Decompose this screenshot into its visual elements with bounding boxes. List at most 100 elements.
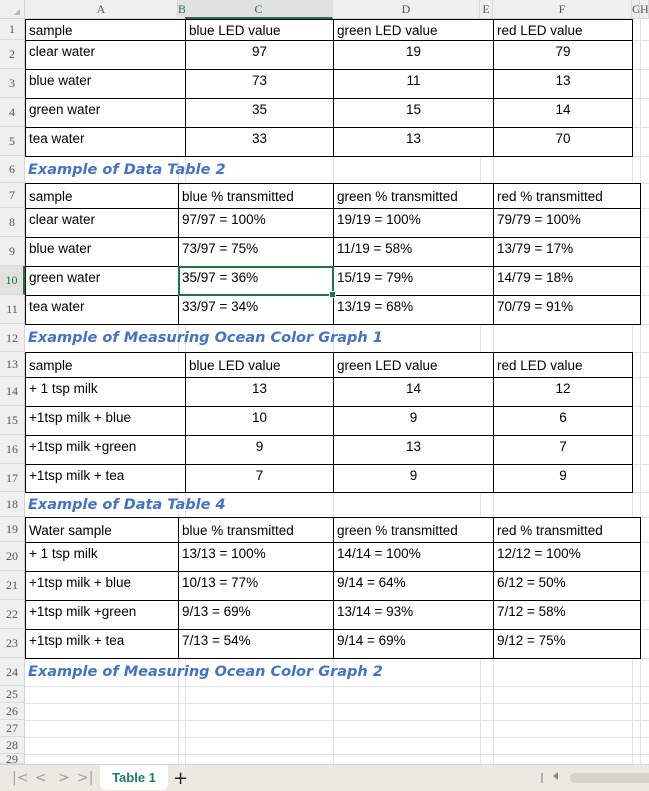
section-title[interactable]: Example of Data Table 2 xyxy=(25,157,226,183)
table4-value-cell[interactable]: 6/12 = 50% xyxy=(493,571,641,601)
sheet-tab-table-1[interactable]: Table 1 xyxy=(100,765,168,790)
table1-header-cell[interactable]: sample xyxy=(25,19,186,41)
column-header-e[interactable]: E xyxy=(480,0,493,19)
table1-header-cell[interactable]: blue LED value xyxy=(185,19,334,41)
row-header-22[interactable]: 22 xyxy=(0,600,25,629)
table4-value-cell[interactable]: 9/12 = 75% xyxy=(493,629,641,659)
column-header-d[interactable]: D xyxy=(333,0,480,19)
table2-value-cell[interactable]: 13/19 = 68% xyxy=(333,295,494,325)
horizontal-scrollbar-thumb[interactable] xyxy=(570,773,649,783)
table2-value-cell[interactable]: 33/97 = 34% xyxy=(178,295,334,325)
table2-value-cell[interactable]: 19/19 = 100% xyxy=(333,208,494,238)
row-header-8[interactable]: 8 xyxy=(0,208,25,237)
table3-sample-cell[interactable]: +1tsp milk +green xyxy=(25,435,186,465)
row-header-23[interactable]: 23 xyxy=(0,629,25,658)
row-header-9[interactable]: 9 xyxy=(0,237,25,266)
table2-value-cell[interactable]: 97/97 = 100% xyxy=(178,208,334,238)
table1-value-cell[interactable]: 73 xyxy=(185,69,334,99)
add-sheet-button[interactable]: + xyxy=(173,768,188,789)
table3-value-cell[interactable]: 9 xyxy=(493,464,633,493)
table4-value-cell[interactable]: 10/13 = 77% xyxy=(178,571,334,601)
row-header-21[interactable]: 21 xyxy=(0,571,25,600)
row-header-6[interactable]: 6 xyxy=(0,156,25,183)
table4-value-cell[interactable]: 13/14 = 93% xyxy=(333,600,494,630)
row-header-12[interactable]: 12 xyxy=(0,324,25,352)
previous-sheet-icon[interactable]: < xyxy=(35,770,47,786)
table4-header-cell[interactable]: blue % transmitted xyxy=(178,517,334,543)
row-header-10[interactable]: 10 xyxy=(0,266,25,295)
table3-header-cell[interactable]: green LED value xyxy=(333,352,494,378)
table4-sample-cell[interactable]: +1tsp milk +green xyxy=(25,600,179,630)
table1-value-cell[interactable]: 14 xyxy=(493,98,633,128)
table3-value-cell[interactable]: 9 xyxy=(333,464,494,493)
table4-sample-cell[interactable]: +1tsp milk + blue xyxy=(25,571,179,601)
table2-sample-cell[interactable]: clear water xyxy=(25,208,179,238)
table1-value-cell[interactable]: 13 xyxy=(333,127,494,157)
column-header-b[interactable]: B xyxy=(178,0,186,19)
last-sheet-icon[interactable]: >| xyxy=(77,770,93,786)
table3-value-cell[interactable]: 12 xyxy=(493,377,633,407)
table4-value-cell[interactable]: 9/14 = 64% xyxy=(333,571,494,601)
table3-value-cell[interactable]: 9 xyxy=(333,406,494,436)
table3-value-cell[interactable]: 7 xyxy=(185,464,334,493)
table4-value-cell[interactable]: 7/13 = 54% xyxy=(178,629,334,659)
row-header-5[interactable]: 5 xyxy=(0,127,25,156)
table4-value-cell[interactable]: 9/14 = 69% xyxy=(333,629,494,659)
row-header-20[interactable]: 20 xyxy=(0,542,25,571)
table3-value-cell[interactable]: 14 xyxy=(333,377,494,407)
row-header-17[interactable]: 17 xyxy=(0,464,25,492)
table2-value-cell[interactable]: 35/97 = 36% xyxy=(178,266,334,296)
table4-header-cell[interactable]: Water sample xyxy=(25,517,179,543)
column-header-c[interactable]: C xyxy=(185,0,333,19)
table4-sample-cell[interactable]: + 1 tsp milk xyxy=(25,542,179,572)
row-header-26[interactable]: 26 xyxy=(0,703,25,720)
row-header-2[interactable]: 2 xyxy=(0,40,25,69)
column-header-g[interactable]: G xyxy=(632,0,640,19)
row-header-29[interactable]: 29 xyxy=(0,753,25,765)
table1-value-cell[interactable]: 19 xyxy=(333,40,494,70)
table3-header-cell[interactable]: red LED value xyxy=(493,352,633,378)
row-header-19[interactable]: 19 xyxy=(0,517,25,542)
table2-sample-cell[interactable]: blue water xyxy=(25,237,179,267)
table1-value-cell[interactable]: 11 xyxy=(333,69,494,99)
table1-value-cell[interactable]: 13 xyxy=(493,69,633,99)
row-header-7[interactable]: 7 xyxy=(0,183,25,208)
table2-value-cell[interactable]: 70/79 = 91% xyxy=(493,295,641,325)
row-header-3[interactable]: 3 xyxy=(0,69,25,98)
column-header-f[interactable]: F xyxy=(493,0,632,19)
row-header-13[interactable]: 13 xyxy=(0,352,25,377)
table4-value-cell[interactable]: 9/13 = 69% xyxy=(178,600,334,630)
row-header-24[interactable]: 24 xyxy=(0,658,25,686)
table4-value-cell[interactable]: 14/14 = 100% xyxy=(333,542,494,572)
scroll-left-arrow-icon[interactable] xyxy=(553,772,558,780)
table4-header-cell[interactable]: red % transmitted xyxy=(493,517,641,543)
row-header-11[interactable]: 11 xyxy=(0,295,25,324)
table4-value-cell[interactable]: 7/12 = 58% xyxy=(493,600,641,630)
table1-value-cell[interactable]: 70 xyxy=(493,127,633,157)
table1-value-cell[interactable]: 97 xyxy=(185,40,334,70)
table2-value-cell[interactable]: 14/79 = 18% xyxy=(493,266,641,296)
next-sheet-icon[interactable]: > xyxy=(58,770,70,786)
scrollbar-divider[interactable] xyxy=(541,773,543,783)
table1-sample-cell[interactable]: clear water xyxy=(25,40,186,70)
select-all-corner[interactable] xyxy=(0,0,25,19)
table1-value-cell[interactable]: 15 xyxy=(333,98,494,128)
table3-value-cell[interactable]: 7 xyxy=(493,435,633,465)
section-title[interactable]: Example of Measuring Ocean Color Graph 2 xyxy=(25,659,383,686)
table1-sample-cell[interactable]: green water xyxy=(25,98,186,128)
section-title[interactable]: Example of Measuring Ocean Color Graph 1 xyxy=(25,325,383,352)
table2-header-cell[interactable]: red % transmitted xyxy=(493,183,641,209)
table3-sample-cell[interactable]: + 1 tsp milk xyxy=(25,377,186,407)
first-sheet-icon[interactable]: |< xyxy=(12,770,28,786)
table3-value-cell[interactable]: 6 xyxy=(493,406,633,436)
row-header-25[interactable]: 25 xyxy=(0,686,25,703)
table3-value-cell[interactable]: 13 xyxy=(333,435,494,465)
table3-header-cell[interactable]: sample xyxy=(25,352,186,378)
row-header-15[interactable]: 15 xyxy=(0,406,25,435)
table3-header-cell[interactable]: blue LED value xyxy=(185,352,334,378)
table4-header-cell[interactable]: green % transmitted xyxy=(333,517,494,543)
row-header-27[interactable]: 27 xyxy=(0,720,25,737)
row-header-18[interactable]: 18 xyxy=(0,492,25,517)
table3-sample-cell[interactable]: +1tsp milk + tea xyxy=(25,464,186,493)
table1-value-cell[interactable]: 33 xyxy=(185,127,334,157)
